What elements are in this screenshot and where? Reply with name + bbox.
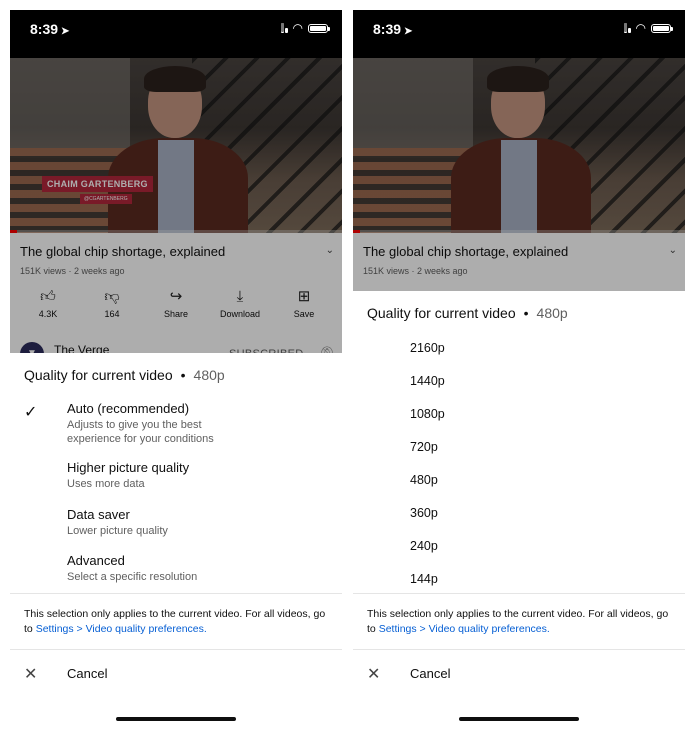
option-label: Advanced bbox=[67, 553, 125, 568]
battery-icon bbox=[308, 24, 330, 33]
quality-sheet: Quality for current video • 480p ✓ Auto (r… bbox=[10, 353, 342, 735]
cancel-label: Cancel bbox=[410, 666, 451, 681]
close-icon: ✕ bbox=[24, 666, 38, 683]
sheet-title-text: Quality for current video bbox=[367, 305, 516, 321]
settings-link[interactable]: Settings > Video quality preferences. bbox=[36, 623, 207, 635]
sheet-title: Quality for current video • 480p bbox=[367, 305, 568, 321]
cancel-button[interactable]: ✕ Cancel bbox=[10, 656, 342, 692]
status-time: 8:39 ➤ bbox=[373, 21, 413, 37]
status-bar: 8:39 ➤ ◠ bbox=[10, 10, 342, 58]
option-label: Data saver bbox=[67, 507, 130, 522]
option-description: Select a specific resolution bbox=[67, 571, 198, 583]
resolution-option-720p[interactable]: 720p bbox=[410, 440, 438, 454]
resolution-option-240p[interactable]: 240p bbox=[410, 539, 438, 553]
backdrop-scrim[interactable] bbox=[353, 58, 685, 291]
resolution-option-360p[interactable]: 360p bbox=[410, 506, 438, 520]
resolution-sheet: Quality for current video • 480p 2160p 1440… bbox=[353, 291, 685, 735]
resolution-option-144p[interactable]: 144p bbox=[410, 572, 438, 586]
current-quality: 480p bbox=[536, 305, 568, 321]
divider bbox=[353, 649, 685, 650]
location-arrow-icon: ➤ bbox=[61, 26, 70, 37]
phone-screen-left: 8:39 ➤ ◠ CHAIM GARTENBERG @CGARTENBERG Th… bbox=[10, 10, 342, 735]
cancel-label: Cancel bbox=[67, 666, 108, 681]
settings-link[interactable]: Settings > Video quality preferences. bbox=[379, 623, 550, 635]
location-arrow-icon: ➤ bbox=[404, 26, 413, 37]
backdrop-scrim[interactable] bbox=[10, 58, 342, 353]
option-label: Auto (recommended) bbox=[67, 401, 190, 416]
current-quality: 480p bbox=[193, 367, 225, 383]
resolution-option-2160p[interactable]: 2160p bbox=[410, 341, 445, 355]
home-indicator[interactable] bbox=[116, 717, 236, 721]
battery-icon bbox=[651, 24, 673, 33]
sheet-title: Quality for current video • 480p bbox=[24, 367, 225, 383]
option-label: Higher picture quality bbox=[67, 460, 190, 475]
wifi-icon: ◠ bbox=[635, 21, 646, 35]
status-bar: 8:39 ➤ ◠ bbox=[353, 10, 685, 58]
option-auto[interactable]: ✓ Auto (recommended) Adjusts to give you… bbox=[10, 401, 342, 445]
quality-note: This selection only applies to the curre… bbox=[24, 607, 334, 637]
wifi-icon: ◠ bbox=[292, 21, 303, 35]
divider bbox=[353, 593, 685, 594]
option-description: Uses more data bbox=[67, 478, 145, 490]
phone-screen-right: 8:39 ➤ ◠ The global chip shortage, explai… bbox=[353, 10, 685, 735]
cancel-button[interactable]: ✕ Cancel bbox=[353, 656, 685, 692]
checkmark-icon: ✓ bbox=[24, 404, 38, 421]
quality-note: This selection only applies to the curre… bbox=[367, 607, 677, 637]
divider bbox=[10, 593, 342, 594]
sheet-title-text: Quality for current video bbox=[24, 367, 173, 383]
option-data-saver[interactable]: Data saver Lower picture quality bbox=[10, 507, 342, 539]
option-description: Lower picture quality bbox=[67, 525, 168, 537]
option-description: Adjusts to give you the best experience … bbox=[67, 419, 214, 445]
option-advanced[interactable]: Advanced Select a specific resolution bbox=[10, 553, 342, 585]
resolution-option-480p[interactable]: 480p bbox=[410, 473, 438, 487]
cellular-signal-icon bbox=[623, 23, 631, 33]
resolution-option-1080p[interactable]: 1080p bbox=[410, 407, 445, 421]
status-time: 8:39 ➤ bbox=[30, 21, 70, 37]
divider bbox=[10, 649, 342, 650]
close-icon: ✕ bbox=[367, 666, 381, 683]
resolution-option-1440p[interactable]: 1440p bbox=[410, 374, 445, 388]
option-higher-quality[interactable]: Higher picture quality Uses more data bbox=[10, 460, 342, 492]
cellular-signal-icon bbox=[280, 23, 288, 33]
home-indicator[interactable] bbox=[459, 717, 579, 721]
